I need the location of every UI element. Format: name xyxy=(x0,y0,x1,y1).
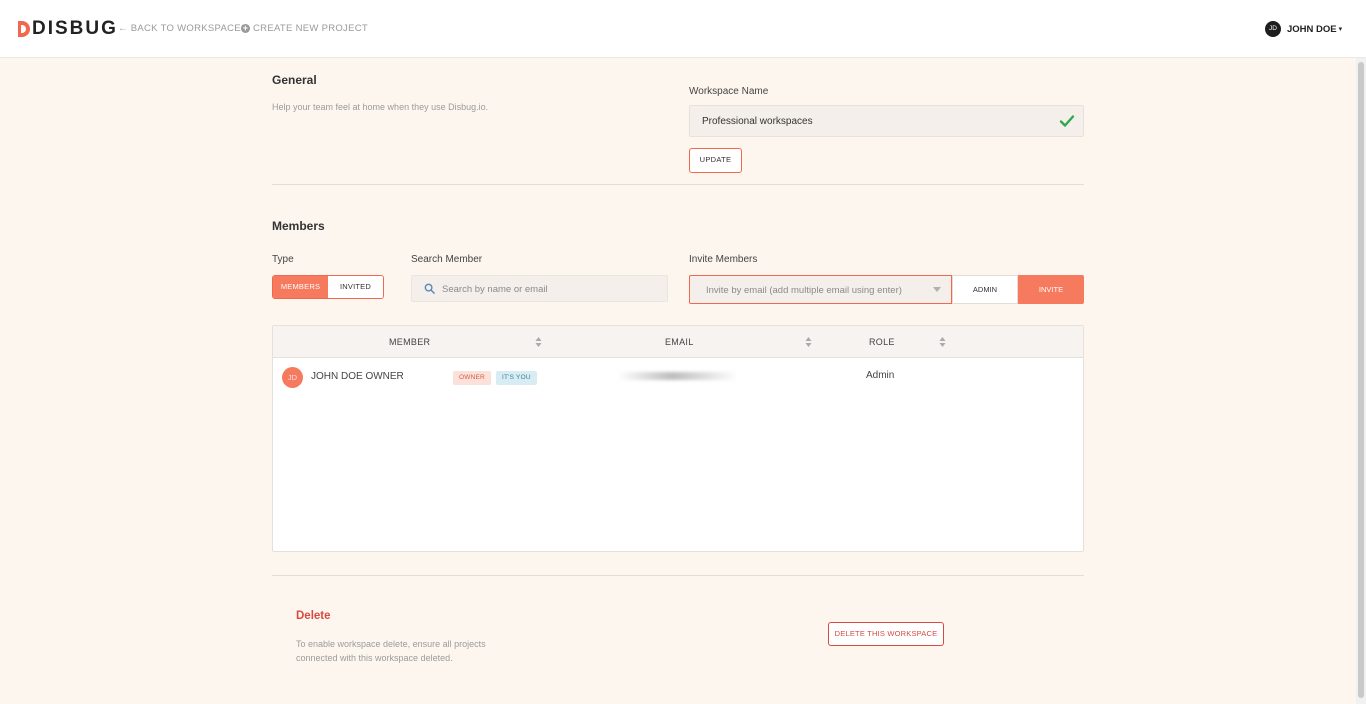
back-to-workspaces-link[interactable]: ← BACK TO WORKSPACES xyxy=(118,23,248,34)
search-icon xyxy=(424,283,435,294)
owner-badge: OWNER xyxy=(453,371,491,385)
disbug-logo[interactable]: DISBUG xyxy=(18,18,118,40)
its-you-badge: IT'S YOU xyxy=(496,371,537,385)
user-avatar: JD xyxy=(1265,21,1281,37)
delete-workspace-button[interactable]: DELETE THIS WORKSPACE xyxy=(828,622,944,646)
page-scrollbar[interactable] xyxy=(1356,58,1366,704)
create-new-project-label: CREATE NEW PROJECT xyxy=(253,23,369,34)
workspace-name-input[interactable]: Professional workspaces xyxy=(689,105,1084,137)
logo-mark-icon xyxy=(18,21,30,37)
sort-icon[interactable] xyxy=(939,336,946,348)
top-navbar: DISBUG ← BACK TO WORKSPACES + CREATE NEW… xyxy=(0,0,1366,58)
workspace-name-value: Professional workspaces xyxy=(702,116,813,127)
update-button[interactable]: UPDATE xyxy=(689,148,742,173)
invited-toggle-button[interactable]: INVITED xyxy=(328,276,383,298)
redacted-email xyxy=(618,372,738,380)
member-role: Admin xyxy=(866,370,895,381)
table-header: MEMBER EMAIL ROLE xyxy=(273,326,1083,358)
column-header-member[interactable]: MEMBER xyxy=(389,337,430,347)
checkmark-icon xyxy=(1059,115,1075,127)
table-row[interactable]: JD JOHN DOE OWNER OWNER IT'S YOU Admin xyxy=(273,359,1083,399)
scrollbar-thumb[interactable] xyxy=(1358,62,1364,698)
members-section-title: Members xyxy=(272,219,325,233)
dropdown-caret-icon xyxy=(933,287,941,292)
invite-email-placeholder: Invite by email (add multiple email usin… xyxy=(706,285,902,296)
sort-icon[interactable] xyxy=(535,336,542,348)
column-header-role[interactable]: ROLE xyxy=(869,337,895,347)
delete-section-title: Delete xyxy=(296,610,331,622)
caret-down-icon: ▾ xyxy=(1338,26,1343,33)
workspace-name-label: Workspace Name xyxy=(689,86,769,97)
member-avatar: JD xyxy=(282,367,303,388)
member-name: JOHN DOE OWNER xyxy=(311,371,404,382)
invite-button[interactable]: INVITE xyxy=(1018,275,1084,304)
brand-name: DISBUG xyxy=(32,18,118,39)
create-new-project-link[interactable]: + CREATE NEW PROJECT xyxy=(241,23,368,34)
general-section-title: General xyxy=(272,73,317,87)
invite-role-select[interactable]: ADMIN xyxy=(952,275,1018,304)
members-table: MEMBER EMAIL ROLE JD JOHN DOE OWNER OWNE… xyxy=(272,325,1084,552)
invite-members-label: Invite Members xyxy=(689,254,758,265)
member-type-toggle: MEMBERS INVITED xyxy=(272,275,384,299)
search-member-input[interactable]: Search by name or email xyxy=(411,275,668,302)
plus-circle-icon: + xyxy=(241,23,250,33)
delete-description-line-1: To enable workspace delete, ensure all p… xyxy=(296,639,486,649)
section-divider xyxy=(272,184,1084,185)
members-toggle-button[interactable]: MEMBERS xyxy=(273,276,328,298)
general-description: Help your team feel at home when they us… xyxy=(272,102,489,112)
sort-icon[interactable] xyxy=(805,336,812,348)
invite-email-input[interactable]: Invite by email (add multiple email usin… xyxy=(689,275,952,304)
column-header-email[interactable]: EMAIL xyxy=(665,337,694,347)
search-placeholder: Search by name or email xyxy=(442,284,548,295)
search-member-label: Search Member xyxy=(411,254,483,265)
type-label: Type xyxy=(272,254,294,265)
delete-description-line-2: connected with this workspace deleted. xyxy=(296,653,453,663)
section-divider xyxy=(272,575,1084,576)
user-menu[interactable]: JD JOHN DOE ▾ xyxy=(1265,21,1342,37)
user-name: JOHN DOE xyxy=(1287,23,1337,35)
